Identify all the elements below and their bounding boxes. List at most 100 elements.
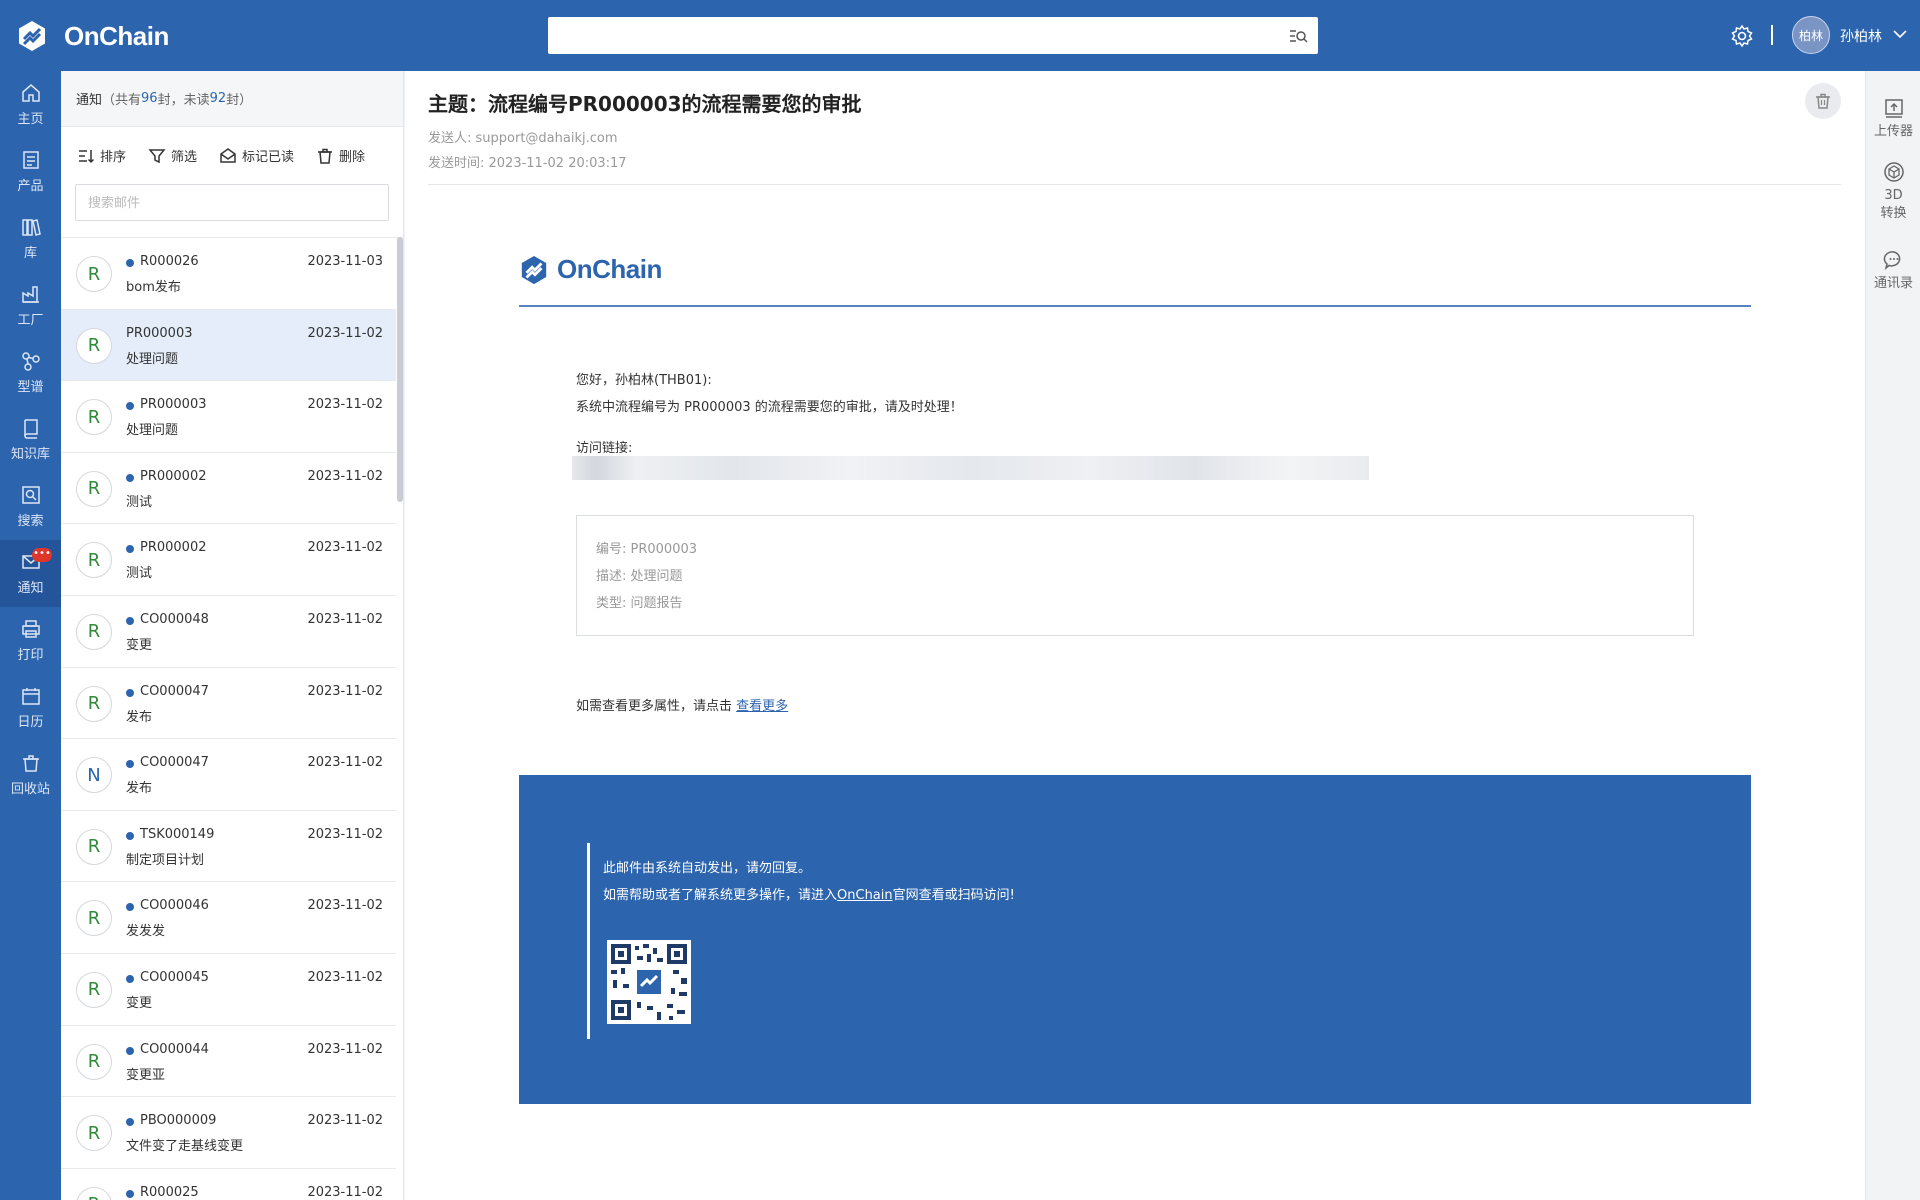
unread-dot [126,903,134,912]
spectrum-icon [21,352,40,371]
mail-date: 2023-11-02 [307,969,383,985]
mail-date: 2023-11-02 [307,1041,383,1057]
mail-list-item[interactable]: R PR000002 2023-11-02 测试 [61,524,396,596]
mail-id: PR000003 [140,397,207,413]
unread-dot [126,545,134,554]
product-icon [22,151,39,169]
gear-icon[interactable] [1730,24,1754,48]
filter-button[interactable]: 筛选 [148,146,197,165]
mail-date: 2023-11-02 [307,683,383,699]
mail-subject: 文件变了走基线变更 [126,1139,244,1155]
mail-list-item[interactable]: R CO000046 2023-11-02 发发发 [61,882,396,954]
mail-date: 2023-11-02 [307,611,383,627]
unread-dot [126,1118,134,1127]
sort-button[interactable]: 排序 [77,146,126,165]
mail-date: 2023-11-02 [307,755,383,771]
footer-help-line: 如需帮助或者了解系统更多操作，请进入OnChain官网查看或扫码访问! [603,884,1015,903]
footer-accent-bar [587,843,590,1039]
nav-item-spectrum[interactable]: 型谱 [0,339,61,406]
unread-dot [126,473,134,482]
mail-list-item[interactable]: R PR000003 2023-11-02 处理问题 [61,381,396,453]
unread-dot [126,760,134,769]
search-list-icon[interactable] [1288,26,1308,46]
onchain-website-link[interactable]: OnChain [837,888,893,903]
access-link-redacted[interactable] [572,456,1369,480]
chat-icon [1883,251,1900,271]
global-search-input[interactable] [548,17,1268,54]
nav-item-product[interactable]: 产品 [0,138,61,205]
nav-label: 产品 [17,179,44,194]
mail-subject-title: 主题：流程编号PR000003的流程需要您的审批 [428,92,862,116]
app-logo[interactable]: OnChain [16,16,169,56]
mail-date: 2023-11-02 [307,397,383,413]
nav-item-print[interactable]: 打印 [0,607,61,674]
mail-list-item[interactable]: R CO000048 2023-11-02 变更 [61,596,396,668]
mail-subject: 处理问题 [126,351,179,367]
delete-mail-button[interactable] [1805,83,1841,119]
nav-item-library[interactable]: 库 [0,205,61,272]
mail-list[interactable]: R R000026 2023-11-03 bom发布 R PR000003 20… [61,237,404,1200]
mail-id: PR000002 [140,540,207,556]
contacts-button[interactable]: 通讯录 [1866,249,1920,293]
unread-dot [126,974,134,983]
mail-list-item[interactable]: R TSK000149 2023-11-02 制定项目计划 [61,811,396,883]
nav-label: 搜索 [17,514,44,529]
right-tool-rail: 上传器 3D 转换 通讯录 [1865,71,1920,1200]
mail-list-item[interactable]: N CO000047 2023-11-02 发布 [61,739,396,811]
list-count-prefix: （共有 [102,93,142,108]
printer-icon [21,620,40,638]
mark-read-label: 标记已读 [242,150,295,165]
email-logo: OnChain [519,254,662,285]
nav-item-notification[interactable]: 通知 ••• [0,540,61,607]
mail-list-item[interactable]: R PR000002 2023-11-02 测试 [61,453,396,525]
view-more-link[interactable]: 查看更多 [736,699,788,714]
user-avatar[interactable]: 柏林 [1792,16,1830,54]
mail-list-item[interactable]: R CO000047 2023-11-02 发布 [61,668,396,740]
nav-item-home[interactable]: 主页 [0,71,61,138]
mail-content: 主题：流程编号PR000003的流程需要您的审批 发送人: support@da… [405,71,1865,1200]
chevron-down-icon[interactable] [1893,29,1907,39]
nav-item-recycle-bin[interactable]: 回收站 [0,741,61,808]
mail-id: CO000047 [140,683,209,699]
knowledge-icon [23,419,38,439]
uploader-button[interactable]: 上传器 [1866,97,1920,141]
sender-avatar: R [76,256,112,292]
recycle-bin-icon [22,755,39,772]
3d-convert-button[interactable]: 3D 转换 [1866,161,1920,223]
mail-list-item[interactable]: R CO000044 2023-11-02 变更亚 [61,1026,396,1098]
mail-search-input[interactable] [76,185,388,220]
email-logo-text: OnChain [557,254,662,284]
nav-item-search[interactable]: 搜索 [0,473,61,540]
nav-label: 回收站 [10,782,50,797]
list-scrollbar[interactable] [397,237,403,502]
user-name[interactable]: 孙柏林 [1840,26,1882,46]
nav-item-calendar[interactable]: 日历 [0,674,61,741]
delete-button[interactable]: 删除 [316,146,365,165]
mail-list-item[interactable]: R PBO000009 2023-11-02 文件变了走基线变更 [61,1097,396,1169]
mail-list-item[interactable]: R R000026 2023-11-03 bom发布 [61,238,396,310]
mail-id: R000025 [140,1184,199,1200]
mail-subject: bom发布 [126,280,181,295]
unread-count: 92 [209,91,227,106]
mail-toolbar: 排序 筛选 标记已读 删除 [61,127,403,184]
trash-icon [1816,93,1830,109]
global-search[interactable] [548,17,1318,54]
onchain-logo-icon [521,255,547,284]
mail-list-item[interactable]: R CO000045 2023-11-02 变更 [61,954,396,1026]
upload-icon [1884,99,1903,118]
qr-code-icon [607,940,691,1024]
mail-list-item-selected[interactable]: R PR000003 2023-11-02 处理问题 [61,309,396,382]
nav-item-knowledge[interactable]: 知识库 [0,406,61,473]
nav-item-factory[interactable]: 工厂 [0,272,61,339]
mail-list-item[interactable]: R R000025 2023-11-02 [61,1169,396,1200]
footer-help-suffix: 官网查看或扫码访问! [892,888,1015,903]
mark-read-button[interactable]: 标记已读 [219,146,294,165]
content-divider [428,184,1841,185]
sender-avatar: R [76,327,112,364]
mail-search[interactable] [75,184,389,221]
unread-dot [126,1189,134,1198]
filter-label: 筛选 [171,150,198,165]
mail-id: PR000003 [126,325,193,341]
unread-dot [126,259,134,267]
nav-label: 工厂 [17,313,44,328]
